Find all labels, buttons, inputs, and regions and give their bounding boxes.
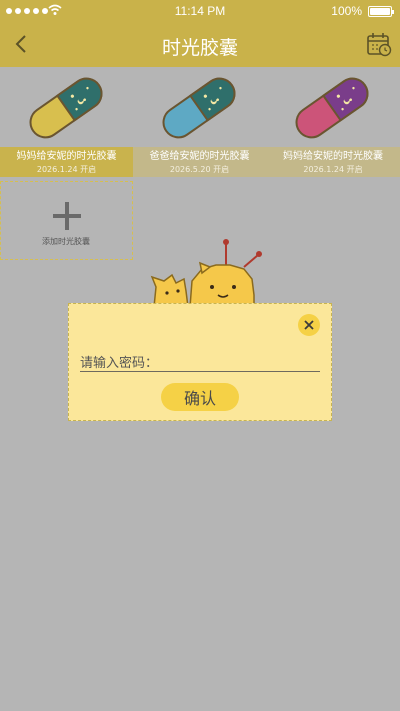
capsule-open-date: 2026.1.24 开启 [36, 165, 97, 174]
capsule-icon [295, 77, 369, 139]
password-label: 请输入密码： [80, 356, 159, 371]
calendar-icon[interactable] [366, 31, 392, 57]
nav-header: 时光胶囊 [0, 22, 400, 67]
capsule-open-date: 2026.5.20 开启 [169, 165, 230, 174]
capsule-name: 妈妈给安妮的时光胶囊 [16, 151, 117, 162]
capsule-grid: 妈妈给安妮的时光胶囊 2026.1.24 开启 爸爸给安妮的时光胶囊 2026.… [0, 67, 400, 177]
password-input[interactable] [158, 356, 329, 371]
add-capsule-label: 添加时光胶囊 [42, 237, 90, 246]
password-row: 请输入密码： [80, 356, 329, 372]
capsule-caption: 爸爸给安妮的时光胶囊 2026.5.20 开启 [133, 147, 266, 177]
plus-icon [53, 202, 81, 230]
capsule-card[interactable]: 爸爸给安妮的时光胶囊 2026.5.20 开启 [133, 67, 266, 177]
capsule-icon [29, 77, 103, 139]
capsule-name: 妈妈给安妮的时光胶囊 [283, 151, 383, 162]
status-bar: 11:14 PM 100% [0, 0, 400, 22]
battery-percent: 100% [331, 4, 362, 18]
capsule-card[interactable]: 妈妈给安妮的时光胶囊 2026.1.24 开启 [0, 67, 133, 177]
capsule-open-date: 2026.1.24 开启 [303, 165, 363, 174]
close-icon [304, 320, 314, 330]
add-capsule-button[interactable]: 添加时光胶囊 [0, 181, 133, 260]
password-dialog: 请输入密码： 确认 [68, 303, 332, 421]
battery-icon [368, 6, 394, 17]
capsule-caption: 妈妈给安妮的时光胶囊 2026.1.24 开启 [0, 147, 133, 177]
confirm-button[interactable]: 确认 [161, 383, 239, 411]
mascot-illustration [150, 239, 262, 307]
capsule-name: 爸爸给安妮的时光胶囊 [149, 151, 250, 162]
capsule-caption: 妈妈给安妮的时光胶囊 2026.1.24 开启 [266, 147, 400, 177]
capsule-icon [162, 77, 236, 139]
page-title: 时光胶囊 [161, 37, 238, 59]
capsule-card[interactable]: 妈妈给安妮的时光胶囊 2026.1.24 开启 [266, 67, 400, 177]
close-button[interactable] [298, 314, 320, 336]
